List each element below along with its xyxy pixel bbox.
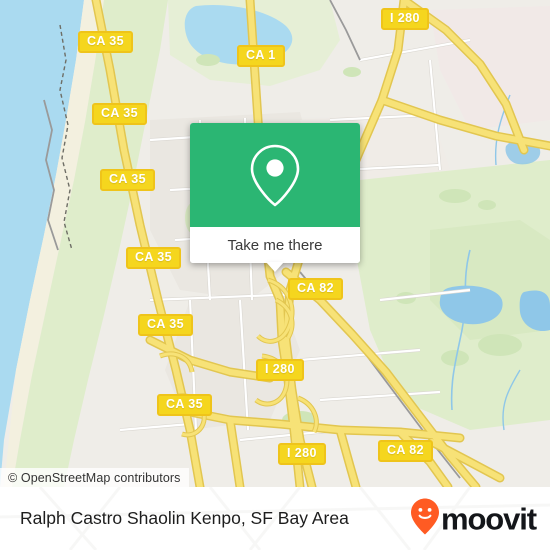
osm-attribution-text: © OpenStreetMap contributors bbox=[8, 470, 181, 485]
place-title: Ralph Castro Shaolin Kenpo, SF Bay Area bbox=[20, 508, 349, 528]
route-shield-ca35-4: CA 35 bbox=[126, 247, 181, 269]
moovit-wordmark: moovit bbox=[440, 501, 537, 536]
route-shield-i280-mid: I 280 bbox=[256, 359, 304, 381]
route-shield-ca35-5: CA 35 bbox=[138, 314, 193, 336]
take-me-there-button[interactable]: Take me there bbox=[190, 227, 360, 263]
footer-bar: Ralph Castro Shaolin Kenpo, SF Bay Area … bbox=[0, 487, 550, 550]
route-shield-ca35-3: CA 35 bbox=[100, 169, 155, 191]
route-shield-ca82-2: CA 82 bbox=[378, 440, 433, 462]
take-me-there-label: Take me there bbox=[227, 236, 323, 254]
place-popup-card[interactable]: Take me there bbox=[190, 123, 360, 272]
route-shield-ca35-6: CA 35 bbox=[157, 394, 212, 416]
moovit-pin-smiley-icon bbox=[410, 497, 440, 540]
route-shield-i280-north: I 280 bbox=[381, 8, 429, 30]
route-shield-ca35-1: CA 35 bbox=[78, 31, 133, 53]
route-shield-i280-south: I 280 bbox=[278, 443, 326, 465]
moovit-logo[interactable]: moovit bbox=[410, 497, 537, 540]
osm-attribution[interactable]: © OpenStreetMap contributors bbox=[0, 468, 189, 487]
map-canvas[interactable]: I 280 CA 1 CA 35 CA 35 CA 35 CA 35 CA 35 CA 35 C… bbox=[0, 0, 550, 487]
route-shield-ca35-2: CA 35 bbox=[92, 103, 147, 125]
popup-header bbox=[190, 123, 360, 227]
route-shield-ca82-1: CA 82 bbox=[288, 278, 343, 300]
map-pin-icon bbox=[247, 142, 303, 208]
route-shield-ca1: CA 1 bbox=[237, 45, 285, 67]
popup-pointer bbox=[266, 262, 284, 272]
map-screenshot: I 280 CA 1 CA 35 CA 35 CA 35 CA 35 CA 35 CA 35 C… bbox=[0, 0, 550, 550]
